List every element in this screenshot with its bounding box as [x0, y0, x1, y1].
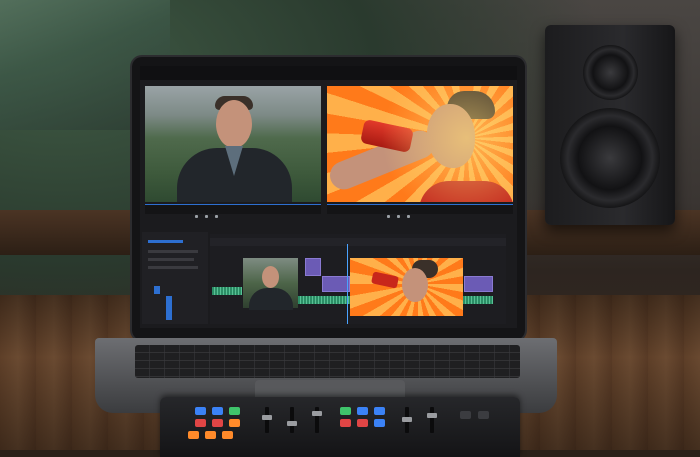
thumb-can	[371, 271, 399, 289]
audio-clip[interactable]	[298, 296, 350, 304]
program-glow	[327, 86, 513, 202]
video-clip[interactable]	[464, 276, 493, 292]
pad-orange[interactable]	[229, 419, 240, 427]
thumb-jacket	[249, 288, 293, 310]
pad-green[interactable]	[229, 407, 240, 415]
fader-track[interactable]	[430, 407, 434, 433]
source-scrub-bar[interactable]	[145, 204, 321, 205]
track-selection[interactable]	[166, 296, 172, 320]
step-forward-icon[interactable]	[215, 215, 218, 218]
pad-red[interactable]	[195, 419, 206, 427]
pad-orange[interactable]	[205, 431, 216, 439]
speaker-tweeter	[583, 45, 638, 100]
pad-red[interactable]	[212, 419, 223, 427]
audio-clip[interactable]	[463, 296, 493, 304]
fader-knob[interactable]	[402, 417, 412, 422]
thumb-face	[402, 268, 428, 302]
pad-red[interactable]	[340, 419, 351, 427]
fader-knob[interactable]	[427, 413, 437, 418]
source-transport-controls[interactable]	[145, 204, 321, 218]
project-panel[interactable]	[142, 232, 208, 324]
selected-tool[interactable]	[154, 286, 160, 294]
pad-blue[interactable]	[374, 407, 385, 415]
pad-green[interactable]	[340, 407, 351, 415]
pad-orange[interactable]	[188, 431, 199, 439]
fader-track[interactable]	[290, 407, 294, 433]
program-transport-controls[interactable]	[327, 204, 513, 218]
man-face	[216, 100, 252, 148]
play-icon[interactable]	[205, 215, 208, 218]
fader-knob[interactable]	[312, 411, 322, 416]
pad-blue[interactable]	[357, 407, 368, 415]
pad-dark[interactable]	[460, 411, 471, 419]
project-item[interactable]	[148, 258, 194, 261]
step-back-icon[interactable]	[195, 215, 198, 218]
video-clip[interactable]	[305, 258, 321, 276]
project-tab[interactable]	[148, 240, 183, 243]
project-item[interactable]	[148, 266, 198, 269]
clip-thumbnail-man[interactable]	[243, 258, 298, 310]
thumb-face	[262, 266, 279, 288]
pad-blue[interactable]	[212, 407, 223, 415]
clip-thumbnail-drink[interactable]	[350, 258, 463, 316]
program-scrub-bar[interactable]	[327, 204, 513, 205]
control-surface-icon[interactable]	[160, 397, 520, 457]
video-clip[interactable]	[322, 276, 350, 292]
fader-knob[interactable]	[262, 415, 272, 420]
pad-blue[interactable]	[195, 407, 206, 415]
fader-track[interactable]	[265, 407, 269, 433]
pad-blue[interactable]	[374, 419, 385, 427]
source-monitor[interactable]	[145, 86, 321, 202]
speaker-woofer	[560, 108, 660, 208]
play-icon[interactable]	[397, 215, 400, 218]
timeline-ruler[interactable]	[210, 238, 506, 246]
step-forward-icon[interactable]	[407, 215, 410, 218]
project-item[interactable]	[148, 250, 198, 253]
playhead-icon[interactable]	[347, 244, 348, 324]
audio-clip[interactable]	[212, 287, 242, 295]
editor-menu-bar[interactable]	[140, 66, 517, 80]
pad-orange[interactable]	[222, 431, 233, 439]
step-back-icon[interactable]	[387, 215, 390, 218]
fader-knob[interactable]	[287, 421, 297, 426]
pad-dark[interactable]	[478, 411, 489, 419]
keyboard-rows	[135, 345, 520, 378]
pad-red[interactable]	[357, 419, 368, 427]
